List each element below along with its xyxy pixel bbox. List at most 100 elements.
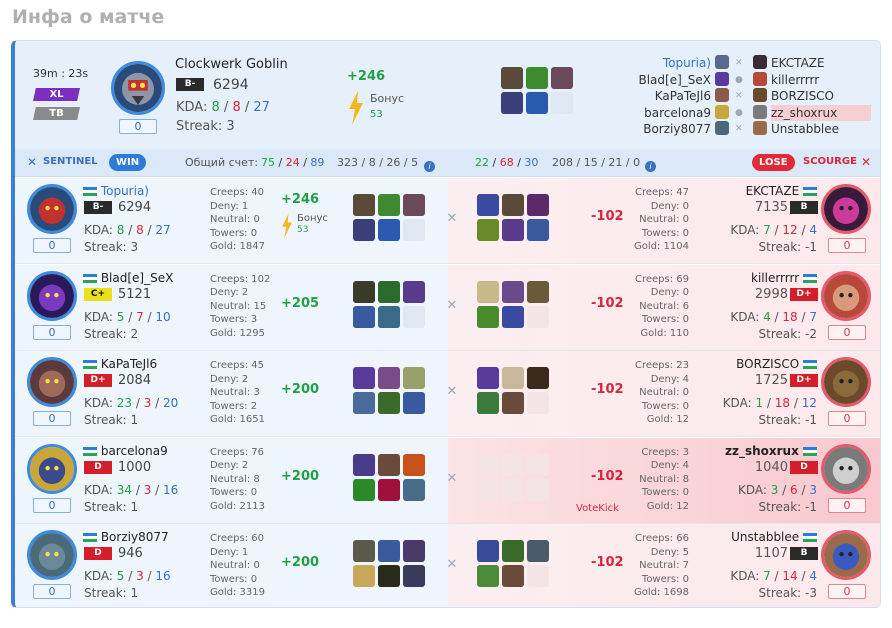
item-icon[interactable]: [378, 565, 400, 587]
player-avatar[interactable]: [27, 270, 77, 321]
opponent-streak: Streak: -3: [758, 586, 818, 600]
player-name[interactable]: barcelona9: [83, 444, 168, 458]
item-icon[interactable]: [477, 305, 499, 328]
item-icon[interactable]: [403, 453, 425, 476]
match-panel: 39m : 23s XL TB 0 Clockwerk Goblin B- 62…: [11, 40, 881, 608]
opponent-name[interactable]: killerrrrr: [713, 271, 817, 285]
item-icon[interactable]: [353, 280, 375, 303]
item-icon[interactable]: [526, 67, 548, 89]
item-icon[interactable]: [502, 392, 524, 414]
radiant-player-link[interactable]: barcelona9: [611, 105, 711, 122]
item-icon[interactable]: [502, 194, 524, 216]
item-icon[interactable]: [353, 219, 375, 241]
opponent-avatar[interactable]: [821, 270, 871, 321]
opponent-avatar[interactable]: [821, 530, 871, 580]
item-icon[interactable]: [378, 392, 400, 414]
votekick-label[interactable]: VoteKick: [576, 503, 619, 514]
item-icon[interactable]: [403, 565, 425, 587]
item-icon[interactable]: [527, 194, 549, 216]
item-icon[interactable]: [353, 367, 375, 389]
item-icon[interactable]: [502, 565, 524, 587]
item-icon[interactable]: [477, 367, 499, 389]
item-icon[interactable]: [502, 280, 524, 303]
item-icon[interactable]: [403, 392, 425, 414]
player-kda: KDA: 23 / 3 / 20: [84, 396, 179, 410]
item-icon[interactable]: [527, 219, 549, 241]
item-icon[interactable]: [527, 367, 549, 389]
item-icon[interactable]: [403, 280, 425, 303]
opponent-name[interactable]: Unstabblee: [713, 530, 817, 544]
badge-xl: XL: [33, 88, 80, 101]
hero-rank: B-: [176, 78, 204, 91]
player-streak: Streak: 3: [84, 240, 139, 254]
radiant-player-link[interactable]: KaPaTeJl6: [611, 88, 711, 105]
item-icon[interactable]: [477, 565, 499, 587]
item-icon[interactable]: [502, 219, 524, 241]
player-name[interactable]: Topuria): [83, 184, 149, 198]
dire-player-link[interactable]: EKCTAZE: [771, 55, 871, 72]
opponent-delta: -102: [591, 468, 624, 484]
hero-avatar[interactable]: [111, 61, 165, 115]
item-icon[interactable]: [502, 540, 524, 562]
item-icon[interactable]: [477, 280, 499, 303]
opponent-name[interactable]: zz_shoxrux: [713, 444, 817, 458]
item-icon[interactable]: [403, 478, 425, 501]
item-icon[interactable]: [403, 194, 425, 216]
item-icon[interactable]: [378, 280, 400, 303]
item-icon[interactable]: [378, 367, 400, 389]
player-avatar[interactable]: [27, 530, 77, 580]
player-avatar[interactable]: [27, 184, 77, 234]
dire-player-link[interactable]: BORZISCO: [771, 88, 871, 105]
item-icon[interactable]: [353, 305, 375, 328]
radiant-player-link[interactable]: Blad[e]_SeX: [611, 72, 711, 89]
item-icon[interactable]: [526, 92, 548, 114]
item-icon[interactable]: [403, 367, 425, 389]
item-icon[interactable]: [378, 219, 400, 241]
item-icon[interactable]: [378, 194, 400, 216]
opponent-name[interactable]: BORZISCO: [713, 357, 817, 371]
item-icon[interactable]: [378, 305, 400, 328]
opponent-avatar[interactable]: [821, 357, 871, 407]
player-avatar[interactable]: [27, 357, 77, 407]
item-icon[interactable]: [502, 367, 524, 389]
item-icon[interactable]: [477, 219, 499, 241]
radiant-player-link[interactable]: Topuria): [611, 55, 711, 72]
dire-player-link[interactable]: killerrrrr: [771, 72, 871, 89]
item-icon[interactable]: [353, 565, 375, 587]
item-icon[interactable]: [477, 194, 499, 216]
player-count: 0: [33, 411, 71, 426]
item-icon[interactable]: [378, 540, 400, 562]
item-icon[interactable]: [477, 392, 499, 414]
player-name[interactable]: KaPaTeJl6: [83, 357, 157, 371]
item-icon[interactable]: [501, 92, 523, 114]
item-icon[interactable]: [502, 305, 524, 328]
empty-item-slot: [527, 478, 549, 501]
item-icon[interactable]: [551, 67, 573, 89]
mini-avatar: [753, 55, 767, 69]
item-icon[interactable]: [527, 280, 549, 303]
player-name[interactable]: Borziy8077: [83, 530, 169, 544]
item-icon[interactable]: [353, 194, 375, 216]
vs-icons: ✕ ● ✕ ● ✕: [735, 55, 745, 138]
item-icon[interactable]: [353, 540, 375, 562]
opponent-stats: Creeps: 23 Deny: 4 Neutral: 0 Towers: 0 Gold…: [634, 360, 689, 425]
opponent-avatar[interactable]: [821, 443, 871, 494]
item-icon[interactable]: [501, 67, 523, 89]
item-icon[interactable]: [477, 540, 499, 562]
player-avatar[interactable]: [27, 443, 77, 494]
item-icon[interactable]: [527, 540, 549, 562]
info-icon[interactable]: i: [424, 156, 435, 175]
item-icon[interactable]: [378, 453, 400, 476]
dire-player-link[interactable]: Unstabblee: [771, 121, 871, 138]
opponent-name[interactable]: EKCTAZE: [713, 184, 817, 198]
player-name[interactable]: Blad[e]_SeX: [83, 271, 173, 285]
item-icon[interactable]: [353, 453, 375, 476]
opponent-avatar[interactable]: [821, 184, 871, 234]
dire-player-link[interactable]: zz_shoxrux: [771, 104, 871, 121]
info-icon[interactable]: i: [645, 156, 656, 175]
item-icon[interactable]: [353, 478, 375, 501]
item-icon[interactable]: [378, 478, 400, 501]
radiant-player-link[interactable]: Borziy8077: [611, 121, 711, 138]
item-icon[interactable]: [403, 540, 425, 562]
item-icon[interactable]: [353, 392, 375, 414]
